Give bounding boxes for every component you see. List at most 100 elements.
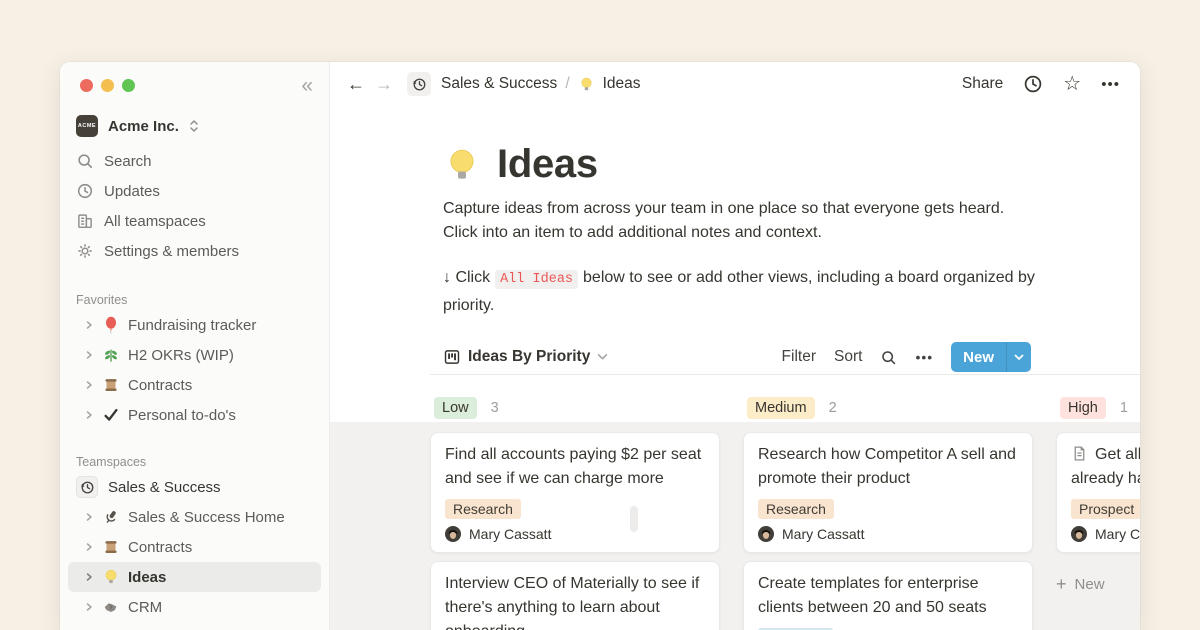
sidebar-item-all-teamspaces[interactable]: All teamspaces (60, 206, 329, 236)
board-column-low: Find all accounts paying $2 per seat and… (430, 432, 720, 630)
workspace-name: Acme Inc. (108, 118, 179, 135)
clock-icon (76, 182, 94, 200)
tag-research: Research (758, 499, 834, 519)
scrollbar-thumb[interactable] (630, 506, 638, 532)
sidebar-item-h2-okrs[interactable]: H2 OKRs (WIP) (60, 340, 329, 370)
lightbulb-page-icon[interactable] (443, 146, 481, 184)
sidebar-item-contracts-teamspace[interactable]: Contracts (60, 532, 329, 562)
sidebar-item-settings-members[interactable]: Settings & members (60, 236, 329, 266)
new-item-dropdown[interactable] (1006, 342, 1031, 372)
sidebar: « ACME Acme Inc. Search Updates All t (60, 62, 330, 630)
sidebar-item-sales-success-teamspace[interactable]: Sales & Success (60, 472, 329, 502)
column-header-low: Low 3 (434, 397, 724, 419)
share-button[interactable]: Share (962, 75, 1003, 93)
sidebar-item-label: All teamspaces (104, 213, 206, 230)
view-toolbar: Ideas By Priority Filter Sort ••• New (443, 340, 1031, 374)
assignee-name: Mary Cassatt (469, 526, 551, 542)
sidebar-item-label: H2 OKRs (WIP) (128, 347, 234, 364)
column-header-high: High 1 (1060, 397, 1140, 419)
new-item-button[interactable]: New (951, 342, 1031, 372)
main-pane: ← → Sales & Success / Ideas Share ☆ ••• (330, 62, 1140, 630)
page-content: Ideas Capture ideas from across your tea… (330, 106, 1140, 630)
new-item-button-label: New (951, 342, 1006, 372)
search-icon[interactable] (880, 349, 897, 366)
board-card[interactable]: Get all already ha Prospect Mary Cassatt (1056, 432, 1140, 553)
document-icon (1071, 445, 1088, 462)
workspace-switcher[interactable]: ACME Acme Inc. (68, 111, 321, 141)
tag-prospect: Prospect (1071, 499, 1140, 519)
card-assignee: Mary Cassatt (1071, 526, 1140, 542)
column-pill-low[interactable]: Low (434, 397, 477, 419)
add-card-button[interactable]: + New (1056, 575, 1140, 593)
sidebar-item-personal-todos[interactable]: Personal to-do's (60, 400, 329, 430)
sidebar-item-label: Contracts (128, 539, 192, 556)
card-title: Get all already ha (1071, 443, 1140, 491)
topbar-actions: Share ☆ ••• (962, 74, 1120, 94)
clock-icon[interactable] (1023, 74, 1043, 94)
sidebar-item-crm[interactable]: CRM (60, 592, 329, 622)
column-count: 2 (829, 400, 837, 416)
sidebar-item-label: Settings & members (104, 243, 239, 260)
teamspace-icon-chip (76, 476, 98, 498)
chevron-right-icon (84, 572, 94, 582)
sidebar-item-label: Contracts (128, 377, 192, 394)
breadcrumb-teamspace-link[interactable]: Sales & Success (441, 75, 557, 93)
inline-code-all-ideas: All Ideas (495, 270, 578, 289)
card-title: Find all accounts paying $2 per seat and… (445, 443, 705, 491)
star-icon[interactable]: ☆ (1063, 74, 1081, 94)
view-name: Ideas By Priority (468, 348, 590, 366)
column-pill-medium[interactable]: Medium (747, 397, 815, 419)
filter-button[interactable]: Filter (782, 348, 816, 366)
page-intro-text: Capture ideas from across your team in o… (443, 197, 1035, 245)
sidebar-item-fundraising-tracker[interactable]: Fundraising tracker (60, 310, 329, 340)
board-card[interactable]: Research how Competitor A sell and promo… (743, 432, 1033, 553)
sidebar-item-ideas[interactable]: Ideas (68, 562, 321, 592)
view-toolbar-wrap: Ideas By Priority Filter Sort ••• New (430, 340, 1140, 375)
collapse-sidebar-icon[interactable]: « (301, 75, 313, 96)
card-tags: Research (445, 499, 705, 519)
sidebar-item-contracts-favorite[interactable]: Contracts (60, 370, 329, 400)
card-assignee: Mary Cassatt (445, 526, 705, 542)
minimize-window-button[interactable] (101, 79, 114, 92)
topbar: ← → Sales & Success / Ideas Share ☆ ••• (330, 62, 1140, 106)
close-window-button[interactable] (80, 79, 93, 92)
sidebar-item-search[interactable]: Search (60, 146, 329, 176)
chevron-right-icon (84, 512, 94, 522)
column-count: 3 (491, 400, 499, 416)
view-switcher[interactable]: Ideas By Priority (443, 348, 608, 366)
chevron-down-icon (597, 353, 608, 361)
sort-button[interactable]: Sort (834, 348, 862, 366)
chevron-updown-icon (189, 119, 199, 133)
history-clock-icon (80, 480, 95, 495)
sidebar-item-label: Sales & Success Home (128, 509, 285, 526)
board-column-headers: Low 3 Medium 2 High 1 (330, 375, 1140, 422)
forward-arrow-icon[interactable]: → (375, 75, 393, 93)
board-card[interactable]: Create templates for enterprise clients … (743, 561, 1033, 630)
page-header: Ideas (443, 142, 1140, 187)
breadcrumb-teamspace-icon-chip[interactable] (407, 72, 431, 96)
board-card[interactable]: Interview CEO of Materially to see if th… (430, 561, 720, 630)
chevron-right-icon (84, 542, 94, 552)
more-options-icon[interactable]: ••• (915, 349, 933, 365)
chevron-down-icon (1014, 354, 1024, 361)
search-icon (76, 152, 94, 170)
card-tags: Research (758, 499, 1018, 519)
back-arrow-icon[interactable]: ← (347, 75, 365, 93)
board-column-high: Get all already ha Prospect Mary Cassatt (1056, 432, 1140, 630)
lightbulb-icon (102, 568, 120, 586)
sidebar-item-updates[interactable]: Updates (60, 176, 329, 206)
sidebar-item-label: Search (104, 153, 152, 170)
card-title: Create templates for enterprise clients … (758, 572, 1018, 620)
column-pill-high[interactable]: High (1060, 397, 1106, 419)
sidebar-item-sales-success-home[interactable]: Sales & Success Home (60, 502, 329, 532)
sidebar-item-label: Updates (104, 183, 160, 200)
microphone-icon (102, 508, 120, 526)
zoom-window-button[interactable] (122, 79, 135, 92)
breadcrumb-page-link[interactable]: Ideas (603, 75, 641, 93)
board-card[interactable]: Find all accounts paying $2 per seat and… (430, 432, 720, 553)
tag-research: Research (445, 499, 521, 519)
teamspaces-section-label: Teamspaces (60, 452, 329, 472)
gear-icon (76, 242, 94, 260)
more-options-icon[interactable]: ••• (1101, 76, 1120, 93)
sidebar-item-label: CRM (128, 599, 162, 616)
